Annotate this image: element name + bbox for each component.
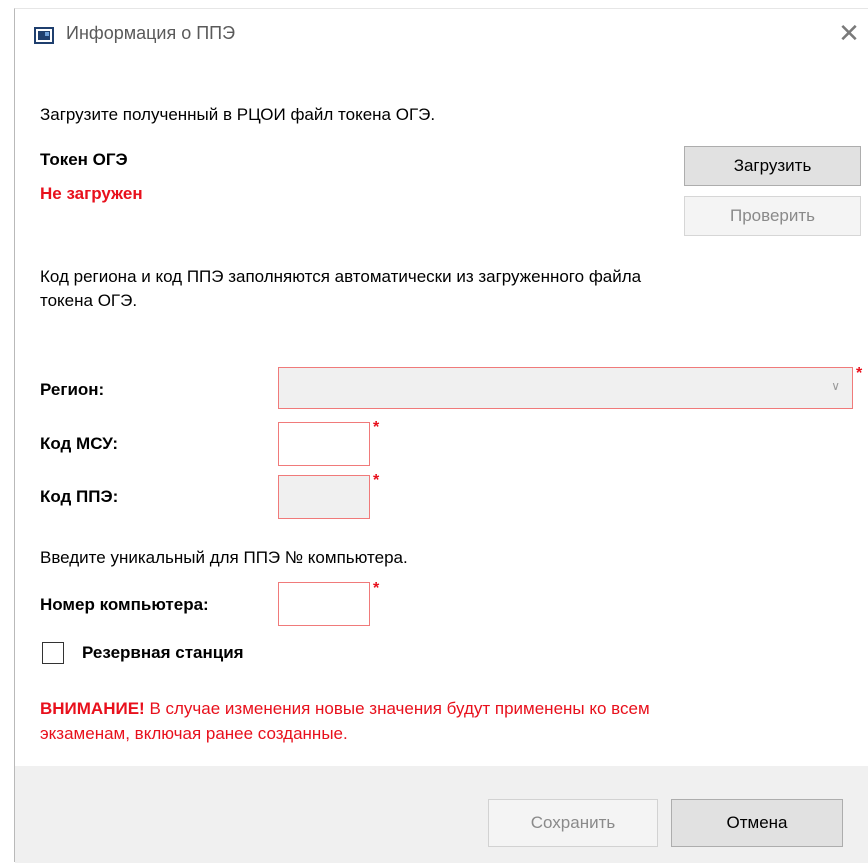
required-mark: * bbox=[373, 580, 380, 597]
computer-number-label: Номер компьютера: bbox=[40, 595, 209, 614]
app-window-icon bbox=[34, 27, 54, 44]
warning-prefix: ВНИМАНИЕ! bbox=[40, 699, 145, 718]
required-mark: * bbox=[373, 472, 380, 489]
region-label: Регион: bbox=[40, 380, 105, 399]
mcu-code-input[interactable] bbox=[278, 422, 370, 466]
dialog-title: Информация о ППЭ bbox=[66, 23, 236, 43]
token-status: Не загружен bbox=[40, 184, 143, 203]
close-icon[interactable]: ✕ bbox=[836, 21, 862, 47]
computer-number-hint: Введите уникальный для ППЭ № компьютера. bbox=[40, 548, 408, 567]
check-button[interactable]: Проверить bbox=[684, 196, 861, 236]
reserve-station-label: Резервная станция bbox=[82, 643, 244, 662]
warning-text: В случае изменения новые значения будут … bbox=[144, 699, 650, 718]
token-label: Токен ОГЭ bbox=[40, 150, 128, 169]
ppe-code-input bbox=[278, 475, 370, 519]
warning-line2: экзаменам, включая ранее созданные. bbox=[40, 724, 348, 743]
auto-fill-note-line1: Код региона и код ППЭ заполняются автома… bbox=[40, 267, 642, 286]
region-select[interactable]: ∨ bbox=[278, 367, 853, 409]
required-mark: * bbox=[373, 419, 380, 436]
title-bar: Информация о ППЭ ✕ bbox=[15, 9, 868, 65]
mcu-label: Код МСУ: bbox=[40, 434, 119, 453]
cancel-button[interactable]: Отмена bbox=[671, 799, 843, 847]
ppe-label: Код ППЭ: bbox=[40, 487, 119, 506]
required-mark: * bbox=[856, 365, 863, 382]
chevron-down-icon: ∨ bbox=[831, 379, 840, 393]
save-button[interactable]: Сохранить bbox=[488, 799, 658, 847]
computer-number-input[interactable] bbox=[278, 582, 370, 626]
intro-text: Загрузите полученный в РЦОИ файл токена … bbox=[40, 105, 436, 124]
load-button[interactable]: Загрузить bbox=[684, 146, 861, 186]
auto-fill-note-line2: токена ОГЭ. bbox=[40, 291, 138, 310]
warning-line1: ВНИМАНИЕ! В случае изменения новые значе… bbox=[40, 698, 650, 720]
ppe-info-dialog: Информация о ППЭ ✕ Загрузите полученный … bbox=[14, 8, 868, 863]
reserve-station-checkbox[interactable] bbox=[42, 642, 64, 664]
